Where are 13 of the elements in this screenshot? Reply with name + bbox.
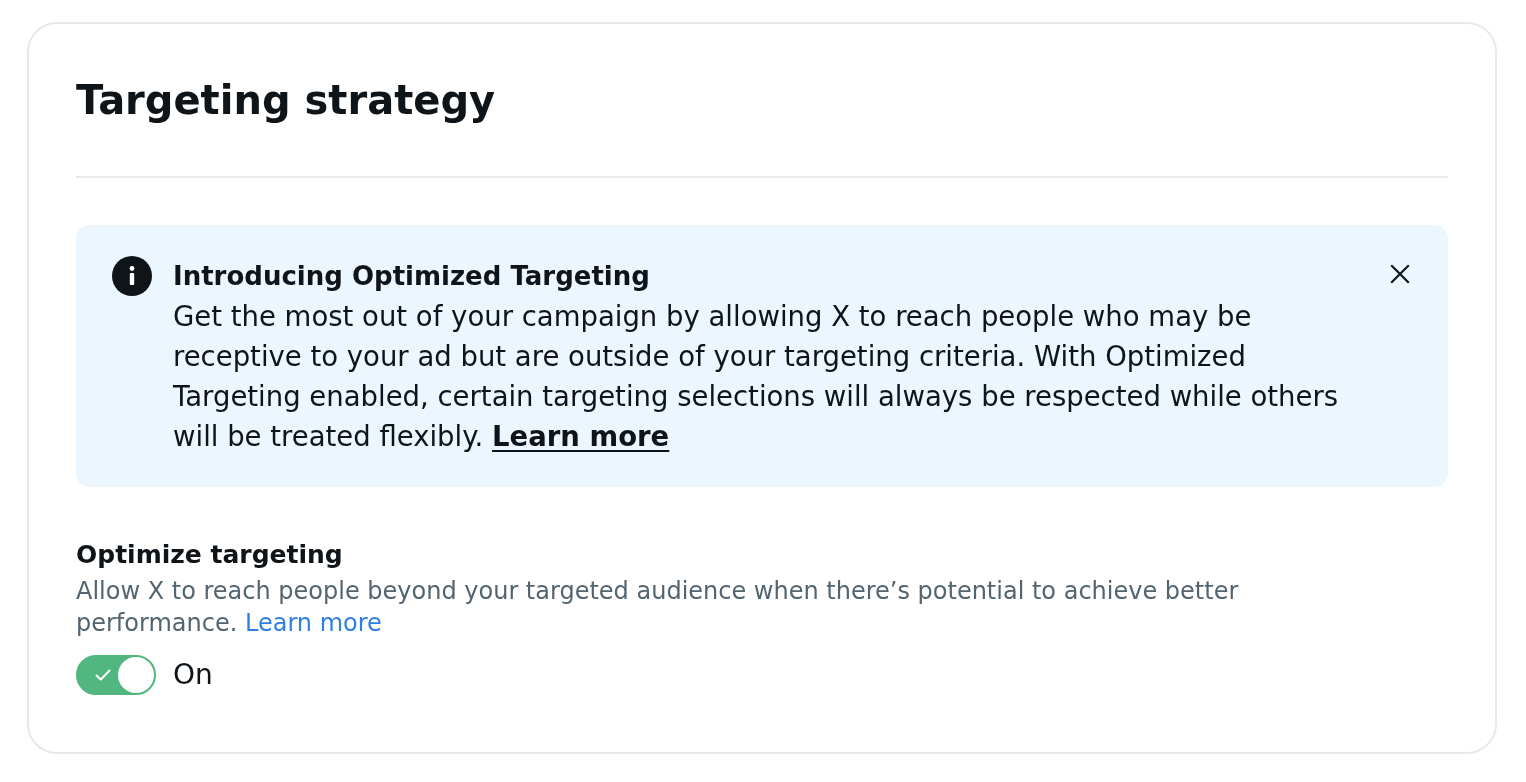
toggle-state-label: On <box>173 657 213 693</box>
setting-description: Allow X to reach people beyond your targeted audience when there’s potential to achieve better performance. Learn more <box>76 576 1240 639</box>
toggle-switch[interactable] <box>76 655 156 695</box>
setting-label: Optimize targeting <box>76 539 344 571</box>
card-title: Targeting strategy <box>76 76 497 124</box>
close-icon <box>1390 264 1410 284</box>
check-icon <box>95 669 111 681</box>
learn-more-link[interactable]: Learn more <box>492 420 670 452</box>
banner-text: Get the most out of your campaign by allowing X to reach people who may be receptive to your ad but are outside of your targeting criteria. With Optimized Targeting enabled, certain targeting selections will always be respected while others will be treated flexibly. Learn more <box>173 299 1340 454</box>
info-icon <box>112 256 152 296</box>
toggle-knob <box>118 657 154 693</box>
banner-title: Introducing Optimized Targeting <box>173 260 651 293</box>
learn-more-link[interactable]: Learn more <box>245 609 382 637</box>
